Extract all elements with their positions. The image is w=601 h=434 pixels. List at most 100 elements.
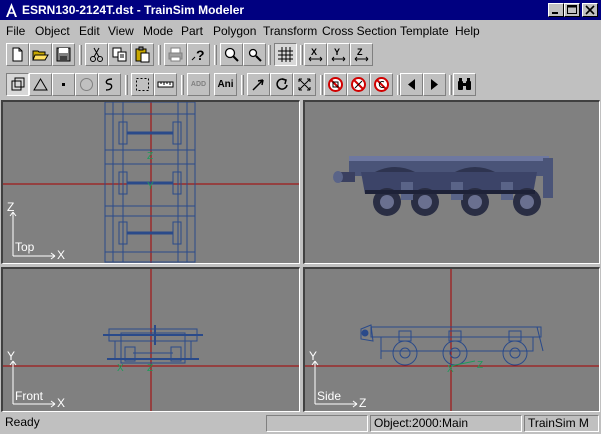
viewport-top[interactable]: Z Y Z Top X — [1, 100, 300, 264]
viewport-side[interactable]: X Z Y Side Z — [303, 267, 600, 412]
menu-view[interactable]: View — [108, 24, 134, 38]
select-tool-button[interactable] — [6, 73, 29, 96]
marquee-tool-button[interactable] — [131, 73, 154, 96]
axis-label-vertical: Z — [7, 200, 15, 214]
status-blank — [266, 415, 368, 432]
point-tool-button[interactable] — [52, 73, 75, 96]
next-icon — [431, 79, 438, 90]
no-move-icon — [351, 77, 366, 92]
marquee-icon — [136, 78, 149, 91]
toolbar-separator — [181, 75, 184, 95]
maximize-button[interactable] — [564, 3, 580, 17]
bogie-3d-render — [333, 156, 553, 216]
menu-part[interactable]: Part — [181, 24, 203, 38]
status-app: TrainSim M — [524, 415, 599, 432]
flip-x-button[interactable]: X — [304, 43, 327, 66]
new-button[interactable] — [6, 43, 29, 66]
ruler-icon — [157, 81, 174, 88]
axis-label-vertical: Y — [309, 349, 318, 363]
circle-tool-button[interactable] — [75, 73, 98, 96]
grid-button[interactable] — [274, 43, 297, 66]
toolbar-separator — [79, 45, 82, 65]
add-button[interactable]: ADD — [187, 73, 210, 96]
flip-y-button[interactable]: Y — [327, 43, 350, 66]
app-icon — [6, 3, 17, 17]
front-view-drawing: X Z — [3, 269, 299, 411]
triangle-icon — [33, 78, 48, 91]
save-icon — [56, 47, 71, 62]
save-button[interactable] — [52, 43, 75, 66]
menu-object[interactable]: Object — [35, 24, 70, 38]
cut-icon — [90, 47, 103, 62]
toolbar-separator — [320, 75, 323, 95]
menu-file[interactable]: File — [6, 24, 25, 38]
toolbar-separator — [449, 75, 452, 95]
no-move-button[interactable] — [347, 73, 370, 96]
menu-transform[interactable]: Transform — [263, 24, 317, 38]
grid-icon — [278, 47, 293, 62]
rotate-tool-button[interactable] — [270, 73, 293, 96]
toolbar-separator — [214, 45, 217, 65]
flip-z-icon: Z — [354, 47, 369, 62]
print-button[interactable] — [164, 43, 187, 66]
bogie-front-wireframe — [103, 325, 203, 364]
flip-z-button[interactable]: Z — [350, 43, 373, 66]
svg-text:X: X — [311, 47, 317, 57]
minimize-icon — [552, 12, 558, 14]
menu-template[interactable]: Template — [400, 24, 449, 38]
zoom-out-icon — [248, 48, 262, 62]
menu-cross-section[interactable]: Cross Section — [322, 24, 397, 38]
help-icon: ? — [191, 47, 205, 63]
toolbar-tools: ADD Ani — [2, 73, 599, 99]
minimize-button[interactable] — [548, 3, 564, 17]
toolbar-separator — [268, 45, 271, 65]
viewport-front[interactable]: X Z Y Front X — [1, 267, 300, 412]
no-rotate-button[interactable] — [370, 73, 393, 96]
point-icon — [62, 83, 65, 86]
animation-button[interactable]: Ani — [214, 73, 237, 96]
ani-label: Ani — [217, 79, 234, 90]
viewport-label-side: Side — [317, 389, 342, 403]
close-button[interactable] — [582, 3, 598, 17]
previous-button[interactable] — [400, 73, 423, 96]
no-select-icon — [328, 77, 343, 92]
origin-marker-z: Z — [147, 151, 153, 162]
axis-label-horizontal: X — [57, 396, 66, 410]
paste-button[interactable] — [131, 43, 154, 66]
next-button[interactable] — [423, 73, 446, 96]
no-select-button[interactable] — [324, 73, 347, 96]
viewport-label-top: Top — [15, 240, 35, 254]
viewport-label-front: Front — [15, 389, 44, 403]
move-tool-button[interactable] — [247, 73, 270, 96]
axis-label-horizontal: Z — [359, 396, 367, 410]
triangle-tool-button[interactable] — [29, 73, 52, 96]
title-bar[interactable]: ESRN130-2124T.dst - TrainSim Modeler — [0, 0, 601, 20]
menu-help[interactable]: Help — [455, 24, 480, 38]
open-button[interactable] — [29, 43, 52, 66]
flip-x-icon: X — [308, 47, 323, 62]
open-icon — [32, 50, 49, 61]
viewport-perspective[interactable] — [303, 100, 600, 264]
zoom-in-button[interactable] — [220, 43, 243, 66]
scale-tool-button[interactable] — [293, 73, 316, 96]
copy-button[interactable] — [108, 43, 131, 66]
ruler-tool-button[interactable] — [154, 73, 177, 96]
zoom-out-button[interactable] — [243, 43, 266, 66]
menu-polygon[interactable]: Polygon — [213, 24, 256, 38]
origin-marker-z: Z — [147, 363, 153, 374]
scale-icon — [298, 78, 311, 91]
find-button[interactable] — [453, 73, 476, 96]
cut-button[interactable] — [85, 43, 108, 66]
move-icon — [252, 79, 264, 91]
svg-text:Y: Y — [334, 47, 340, 57]
curve-tool-button[interactable] — [98, 73, 121, 96]
menu-mode[interactable]: Mode — [143, 24, 173, 38]
menu-bar: File Object Edit View Mode Part Polygon … — [0, 21, 601, 40]
perspective-view-drawing — [333, 156, 553, 216]
toolbar-separator — [241, 75, 244, 95]
help-button[interactable]: ? — [187, 43, 210, 66]
menu-edit[interactable]: Edit — [79, 24, 100, 38]
svg-text:?: ? — [196, 47, 205, 63]
circle-icon — [80, 78, 93, 91]
zoom-in-icon — [224, 47, 239, 62]
